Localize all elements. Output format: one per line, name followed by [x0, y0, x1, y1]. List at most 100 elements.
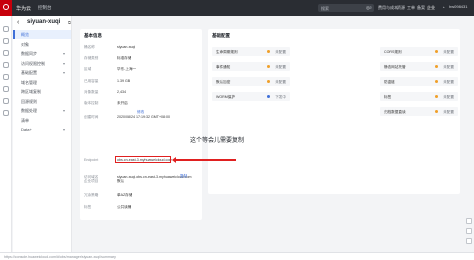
- nav-enterprise[interactable]: 企业: [427, 5, 435, 11]
- basic-info-card: 基本信息 桶名称 siyuan-xuqi 存储类别 标准存储 区域 华东-上海一 已用容量 1…: [80, 29, 202, 220]
- sidebar-item[interactable]: 数据处理 ▾: [13, 106, 71, 115]
- copy-icon[interactable]: ⧉: [68, 20, 71, 25]
- overview-content: 基本信息 桶名称 siyuan-xuqi 存储类别 标准存储 区域 华东-上海一 已用容量 1…: [80, 29, 460, 220]
- sidebar-item[interactable]: 清单: [13, 116, 71, 125]
- config-item[interactable]: 标签 未配置: [380, 92, 458, 101]
- copy-domain-link[interactable]: 复制: [180, 174, 187, 179]
- config-item-status: 未配置: [443, 109, 454, 114]
- feedback-button[interactable]: [466, 238, 472, 244]
- nav-tickets[interactable]: 工单: [407, 5, 415, 11]
- status-dot-icon: [267, 80, 270, 84]
- brand-name[interactable]: 华为云: [16, 5, 31, 12]
- info-label: 冗余策略: [84, 193, 99, 197]
- status-url: https://console.huaweicloud.com/#/obs/ma…: [4, 255, 116, 259]
- config-item-status: 未配置: [275, 64, 286, 69]
- huawei-logo-icon: [3, 4, 9, 10]
- config-item-status: 未配置: [275, 79, 286, 84]
- scroll-up-button[interactable]: [466, 218, 472, 224]
- status-dot-icon: [435, 65, 438, 69]
- config-item-status: 未配置: [443, 79, 454, 84]
- scroll-down-button[interactable]: [466, 228, 472, 234]
- config-item[interactable]: 事件通知 未配置: [212, 62, 290, 71]
- config-item[interactable]: 静态网站托管 未配置: [380, 62, 458, 71]
- sidebar-item[interactable]: 数据同步 ▾: [13, 49, 71, 58]
- chevron-down-icon: ▾: [62, 51, 65, 56]
- sidebar-item-label: 回源规则: [21, 98, 37, 104]
- database-icon[interactable]: [3, 98, 9, 104]
- sidebar-item[interactable]: 访问权限控制 ▾: [13, 59, 71, 68]
- info-label: 版本控制: [84, 101, 99, 105]
- chevron-down-icon: ▾: [62, 70, 65, 75]
- user-account[interactable]: hw098431: [449, 4, 467, 9]
- nav-resources[interactable]: 资源: [397, 5, 405, 11]
- info-value: 2,434: [117, 90, 126, 94]
- cloud-server-icon[interactable]: [3, 62, 9, 68]
- sidebar-item[interactable]: 基础配置 ▾: [13, 68, 71, 77]
- config-item[interactable]: CORS规则 未配置: [380, 47, 458, 56]
- service-list-icon[interactable]: [3, 38, 9, 44]
- config-item[interactable]: 生命周期规则 未配置: [212, 47, 290, 56]
- sidebar-item-label: 基础配置: [21, 70, 37, 75]
- annotation-note: 这个等会儿需要复制: [190, 138, 245, 144]
- sidebar-item[interactable]: 跨区域复制: [13, 87, 71, 96]
- sidebar-item[interactable]: 对象: [13, 40, 71, 49]
- config-item-status: 未配置: [275, 49, 286, 54]
- info-value: 公共读桶: [117, 205, 132, 209]
- config-item-status: 未配置: [443, 49, 454, 54]
- chevron-down-icon: ▾: [62, 127, 65, 132]
- config-item[interactable]: 归档数据直读 未配置: [380, 107, 458, 116]
- service-rail: [0, 16, 12, 252]
- config-item[interactable]: 防盗链 未配置: [380, 77, 458, 86]
- config-item-status: 未配置: [443, 64, 454, 69]
- back-arrow-icon[interactable]: ‹: [17, 19, 19, 26]
- endpoint-highlight-box: [115, 156, 171, 163]
- config-item[interactable]: 默认加密 未配置: [212, 77, 290, 86]
- info-label: 存储类别: [84, 56, 99, 60]
- config-title: 基础配置: [212, 33, 230, 38]
- info-label: 标签: [84, 205, 92, 209]
- config-item-status: 下发中: [275, 94, 286, 99]
- nav-icp[interactable]: 备案: [417, 5, 425, 11]
- config-item-name: 生命周期规则: [216, 49, 238, 54]
- config-item-name: 静态网站托管: [384, 64, 406, 69]
- info-value: siyuan-xuqi: [117, 45, 136, 49]
- security-icon[interactable]: [3, 110, 9, 116]
- config-item[interactable]: WORM保护 下发中: [212, 92, 290, 101]
- info-value: 1.39 GB: [117, 79, 131, 83]
- sidebar-item[interactable]: 域名管理: [13, 78, 71, 87]
- status-dot-icon: [435, 50, 438, 54]
- sidebar-item-label: 概览: [21, 32, 29, 37]
- info-value: 2020/08/24 17:19:32 GMT+08:00: [117, 115, 171, 119]
- config-item-name: 防盗链: [384, 79, 395, 84]
- info-label: 已用容量: [84, 79, 99, 83]
- chevron-down-icon: ▾: [62, 60, 65, 66]
- storage-icon[interactable]: [3, 86, 9, 92]
- info-label: 对象数量: [84, 90, 99, 94]
- info-value: 单AZ存储: [117, 193, 133, 197]
- status-dot-icon: [267, 95, 270, 99]
- home-icon[interactable]: [3, 26, 9, 32]
- sidebar-item[interactable]: 回源规则: [13, 97, 71, 106]
- globe-icon[interactable]: ◎: [366, 5, 370, 11]
- sidebar-item[interactable]: Data+ ▾: [13, 125, 71, 134]
- top-navigation-bar: 华为云 控制台 搜索 ⌕ 费用与成本 资源 工单 备案 企业 ◎ ◔ hw098…: [0, 0, 474, 16]
- sidebar-item-label: Data+: [21, 127, 32, 132]
- nav-billing[interactable]: 费用与成本: [378, 5, 398, 11]
- info-label: 桶名称: [84, 45, 95, 49]
- change-version-link[interactable]: 修改: [137, 110, 144, 115]
- sidebar-item-label: 访问权限控制: [21, 60, 45, 66]
- sidebar-item[interactable]: 概览: [13, 30, 71, 39]
- info-label: 创建时间: [84, 115, 99, 119]
- huawei-logo[interactable]: [0, 0, 12, 16]
- favorites-icon[interactable]: [3, 50, 9, 56]
- config-item-name: 默认加密: [216, 79, 231, 84]
- status-dot-icon: [267, 65, 270, 69]
- config-item-name: 归档数据直读: [384, 109, 406, 114]
- sidebar-item-label: 数据同步: [21, 51, 37, 56]
- bell-icon[interactable]: ◔: [442, 5, 445, 10]
- network-icon[interactable]: [3, 74, 9, 80]
- status-bar: https://console.huaweicloud.com/#/obs/ma…: [0, 252, 474, 260]
- console-label[interactable]: 控制台: [38, 5, 52, 11]
- config-item-name: 标签: [384, 94, 392, 99]
- basic-info-title: 基本信息: [84, 33, 102, 38]
